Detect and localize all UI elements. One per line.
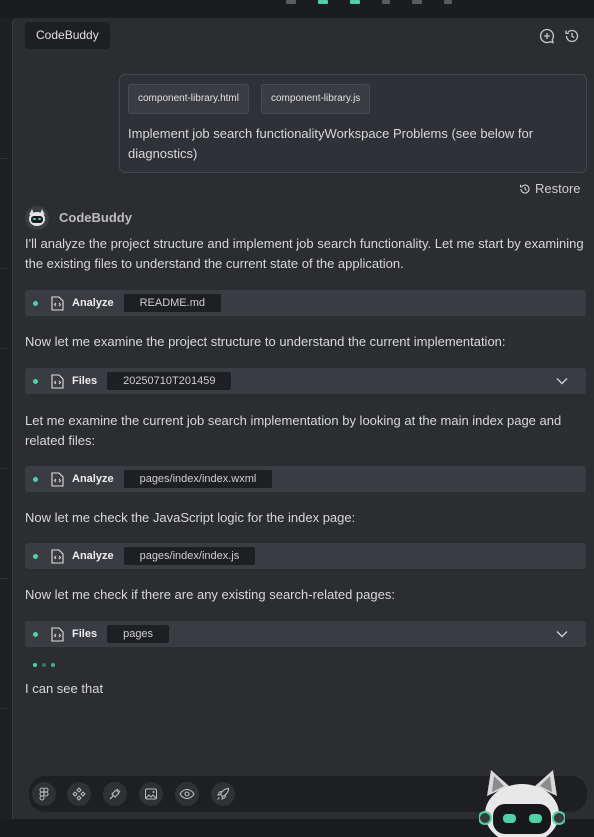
deploy-rocket-icon[interactable] [211, 782, 235, 806]
tool-label: Files [72, 628, 98, 640]
plugin-icon[interactable] [103, 782, 127, 806]
user-message: component-library.html component-library… [119, 74, 587, 173]
assistant-message: Now let me check if there are any existi… [25, 587, 395, 602]
left-gutter [0, 18, 12, 819]
top-toolbar-icon[interactable] [412, 0, 422, 4]
restore-button[interactable]: Restore [519, 181, 581, 196]
assistant-name: CodeBuddy [59, 210, 132, 225]
tool-label: Analyze [72, 297, 114, 309]
codebuddy-mascot [479, 770, 565, 837]
tool-label: Analyze [72, 550, 114, 562]
chevron-down-icon[interactable] [556, 376, 568, 386]
component-icon[interactable] [67, 782, 91, 806]
tool-target: pages/index/index.js [123, 547, 256, 565]
top-toolbar-icon[interactable] [318, 0, 328, 4]
tool-call-analyze[interactable]: Analyze pages/index/index.wxml [25, 466, 586, 492]
code-file-icon [51, 471, 64, 487]
code-file-icon [51, 626, 64, 642]
code-file-icon [51, 548, 64, 564]
status-dot [33, 300, 38, 306]
assistant-message: Now let me examine the project structure… [25, 334, 506, 349]
status-dot [33, 553, 38, 559]
assistant-message: Let me examine the current job search im… [25, 413, 562, 448]
top-toolbar-icon[interactable] [444, 0, 452, 4]
restore-icon [519, 184, 530, 194]
code-file-icon [51, 373, 64, 389]
code-file-icon [51, 295, 64, 311]
tool-call-analyze[interactable]: Analyze pages/index/index.js [25, 543, 586, 569]
tool-target: pages [107, 625, 170, 643]
assistant-message: Now let me check the JavaScript logic fo… [25, 510, 356, 525]
typing-indicator [33, 663, 55, 667]
assistant-message: I'll analyze the project structure and i… [25, 236, 584, 271]
chevron-down-icon[interactable] [556, 629, 568, 639]
status-dot [33, 476, 38, 482]
attachment-chip[interactable]: component-library.js [261, 84, 371, 114]
history-icon[interactable] [564, 28, 580, 44]
new-chat-icon[interactable] [539, 28, 555, 44]
tool-call-analyze[interactable]: Analyze README.md [25, 290, 586, 316]
attachment-chip[interactable]: component-library.html [128, 84, 249, 114]
tool-target: README.md [123, 294, 221, 312]
codebuddy-avatar [25, 206, 49, 230]
user-message-text: Implement job search functionalityWorksp… [128, 126, 534, 161]
tool-label: Files [72, 375, 98, 387]
tool-call-files[interactable]: Files 20250710T201459 [25, 368, 586, 394]
top-strip [0, 0, 594, 18]
image-upload-icon[interactable] [139, 782, 163, 806]
tool-target: pages/index/index.wxml [123, 470, 273, 488]
top-toolbar-icon[interactable] [286, 0, 296, 4]
panel-title: CodeBuddy [25, 22, 110, 49]
status-dot [33, 631, 38, 637]
restore-label: Restore [535, 181, 581, 196]
status-dot [33, 378, 38, 384]
preview-eye-icon[interactable] [175, 782, 199, 806]
tool-call-files[interactable]: Files pages [25, 621, 586, 647]
figma-icon[interactable] [32, 782, 56, 806]
top-toolbar-icon[interactable] [382, 0, 390, 4]
assistant-message: I can see that [25, 681, 104, 696]
codebuddy-chat-panel: CodeBuddy component-library.html compone… [12, 18, 594, 837]
tool-target: 20250710T201459 [107, 372, 232, 390]
tool-label: Analyze [72, 473, 114, 485]
top-toolbar-icon[interactable] [350, 0, 360, 4]
